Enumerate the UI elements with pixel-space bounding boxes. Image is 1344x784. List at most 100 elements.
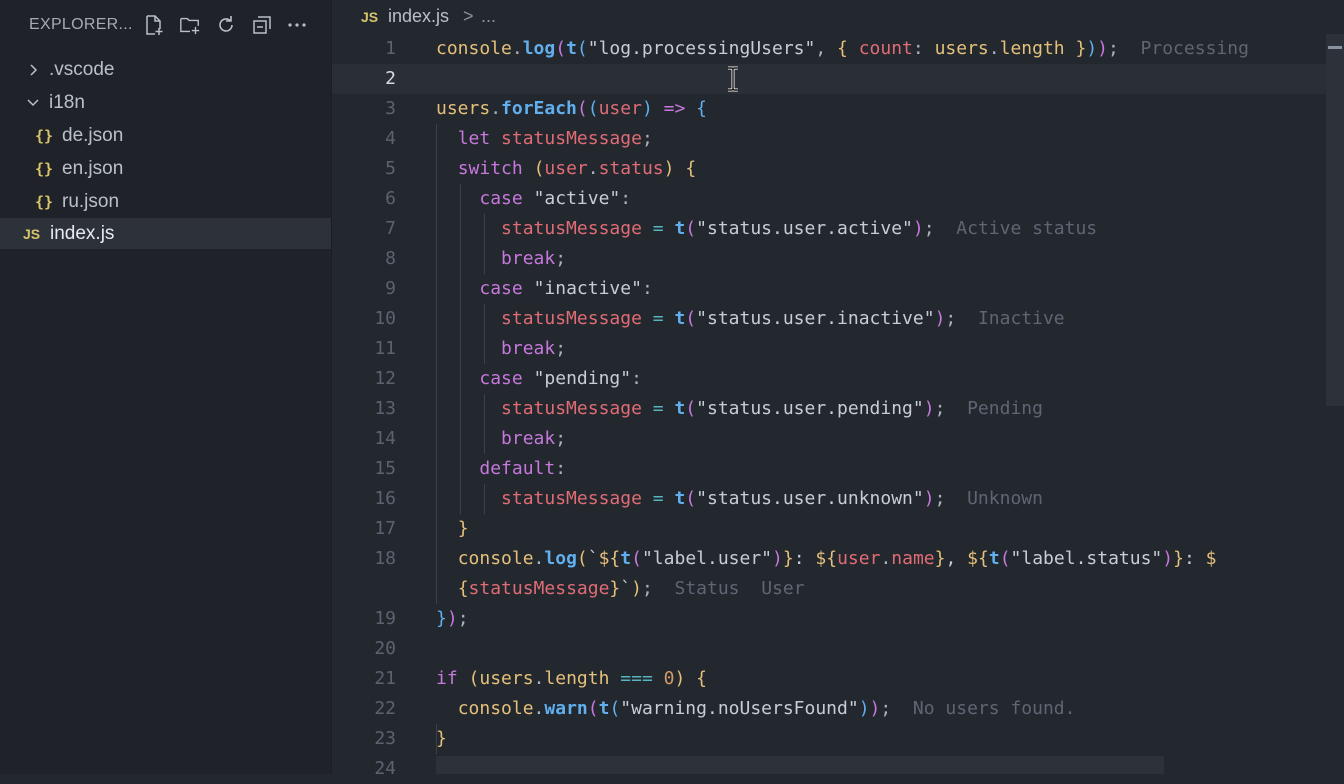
code-text: console.log(`${t("label.user")}: ${user.… — [457, 548, 1217, 569]
code-text: case "inactive": — [479, 278, 653, 299]
tree-item-index-js[interactable]: JS index.js — [0, 218, 331, 249]
code-line[interactable]: 17 } — [332, 514, 1344, 544]
tree-item-label: en.json — [62, 157, 124, 179]
code-line-current[interactable]: 2 — [332, 64, 1344, 94]
code-line[interactable]: 20 — [332, 634, 1344, 664]
line-number: 20 — [374, 638, 396, 659]
horizontal-scrollbar[interactable] — [436, 756, 1164, 774]
code-line[interactable]: 16 statusMessage = t("status.user.unknow… — [332, 484, 1344, 514]
line-number: 14 — [374, 428, 396, 449]
code-line[interactable]: 9 case "inactive": — [332, 274, 1344, 304]
more-actions-icon[interactable] — [286, 14, 308, 36]
code-line[interactable]: 18 console.log(`${t("label.user")}: ${us… — [332, 544, 1344, 574]
code-line[interactable]: 13 statusMessage = t("status.user.pendin… — [332, 394, 1344, 424]
code-line[interactable]: 12 case "pending": — [332, 364, 1344, 394]
code-line[interactable]: 6 case "active": — [332, 184, 1344, 214]
line-number: 23 — [374, 728, 396, 749]
code-line[interactable]: 22 console.warn(t("warning.noUsersFound"… — [332, 694, 1344, 724]
code-line-wrapped[interactable]: {statusMessage}`); Status User — [332, 574, 1344, 604]
breadcrumb-more[interactable]: ... — [481, 6, 496, 27]
code-text: break; — [501, 248, 567, 269]
code-line[interactable]: 5 switch (user.status) { — [332, 154, 1344, 184]
tree-item-vscode-folder[interactable]: .vscode — [0, 54, 331, 85]
code-line[interactable]: 15 default: — [332, 454, 1344, 484]
line-number: 3 — [385, 98, 396, 119]
code-text: users.forEach((user) => { — [436, 98, 707, 119]
line-number: 10 — [374, 308, 396, 329]
line-number: 1 — [385, 38, 396, 59]
tree-item-ru-json[interactable]: {} ru.json — [0, 186, 331, 217]
line-number: 15 — [374, 458, 396, 479]
code-line[interactable]: 8 break; — [332, 244, 1344, 274]
explorer-header: EXPLORER... — [0, 0, 331, 50]
line-number: 19 — [374, 608, 396, 629]
js-file-icon: JS — [361, 9, 379, 25]
breadcrumb-file[interactable]: index.js — [388, 6, 449, 27]
code-editor[interactable]: JS index.js > ... 1 console.log(t("log.p… — [332, 0, 1344, 779]
code-text: {statusMessage}`); Status User — [457, 578, 805, 599]
json-file-icon: {} — [35, 126, 54, 145]
code-line[interactable]: 7 statusMessage = t("status.user.active"… — [332, 214, 1344, 244]
code-text: console.warn(t("warning.noUsersFound"));… — [457, 698, 1076, 719]
code-line[interactable]: 3 users.forEach((user) => { — [332, 94, 1344, 124]
inline-hint: Pending — [967, 398, 1043, 419]
code-line[interactable]: 10 statusMessage = t("status.user.inacti… — [332, 304, 1344, 334]
collapse-all-icon[interactable] — [251, 14, 273, 36]
code-text: default: — [479, 458, 567, 479]
new-folder-icon[interactable] — [179, 14, 201, 36]
line-number: 21 — [374, 668, 396, 689]
code-line[interactable]: 4 let statusMessage; — [332, 124, 1344, 154]
line-number: 7 — [385, 218, 396, 239]
code-text: break; — [501, 428, 567, 449]
inline-hint: Processing — [1140, 38, 1249, 59]
code-text: console.log(t("log.processingUsers", { c… — [436, 38, 1249, 59]
code-text: statusMessage = t("status.user.pending")… — [501, 398, 1043, 419]
line-number: 22 — [374, 698, 396, 719]
code-text: case "active": — [479, 188, 632, 209]
code-text: if (users.length === 0) { — [436, 668, 708, 689]
line-number: 17 — [374, 518, 396, 539]
code-line[interactable]: 19 }); — [332, 604, 1344, 634]
tree-item-label: de.json — [62, 124, 124, 146]
line-number: 8 — [385, 248, 396, 269]
line-number: 2 — [385, 68, 396, 89]
code-line[interactable]: 14 break; — [332, 424, 1344, 454]
tree-item-label: ru.json — [62, 190, 120, 212]
refresh-icon[interactable] — [215, 14, 237, 36]
code-area[interactable]: 1 console.log(t("log.processingUsers", {… — [332, 34, 1344, 779]
explorer-title: EXPLORER... — [29, 16, 133, 33]
code-text: statusMessage = t("status.user.active");… — [501, 218, 1098, 239]
code-line[interactable]: 23 } — [332, 724, 1344, 754]
line-number: 24 — [374, 758, 396, 779]
line-number: 18 — [374, 548, 396, 569]
new-file-icon[interactable] — [143, 14, 165, 36]
tree-item-de-json[interactable]: {} de.json — [0, 120, 331, 151]
line-number: 9 — [385, 278, 396, 299]
scrollbar-position-marker — [1328, 46, 1342, 49]
chevron-down-icon — [27, 98, 39, 106]
code-text: } — [436, 728, 447, 749]
line-number: 12 — [374, 368, 396, 389]
text-cursor-icon — [728, 66, 738, 92]
json-file-icon: {} — [35, 192, 54, 211]
line-number: 4 — [385, 128, 396, 149]
vertical-scrollbar[interactable] — [1326, 34, 1344, 406]
tree-item-i18n-folder[interactable]: i18n — [0, 87, 331, 118]
inline-hint: Active status — [956, 218, 1098, 239]
json-file-icon: {} — [35, 159, 54, 178]
line-number: 13 — [374, 398, 396, 419]
code-line[interactable]: 21 if (users.length === 0) { — [332, 664, 1344, 694]
code-text: statusMessage = t("status.user.unknown")… — [501, 488, 1043, 509]
tree-item-label: .vscode — [49, 58, 115, 80]
js-file-icon: JS — [23, 225, 41, 242]
code-line[interactable]: 1 console.log(t("log.processingUsers", {… — [332, 34, 1344, 64]
tree-item-en-json[interactable]: {} en.json — [0, 153, 331, 184]
code-text: } — [457, 518, 469, 539]
code-line[interactable]: 11 break; — [332, 334, 1344, 364]
breadcrumb: JS index.js > ... — [332, 0, 1344, 34]
code-text: switch (user.status) { — [457, 158, 697, 179]
breadcrumb-separator-icon: > — [463, 6, 474, 26]
inline-hint: Status — [674, 578, 740, 599]
code-text: statusMessage = t("status.user.inactive"… — [501, 308, 1065, 329]
code-text: case "pending": — [479, 368, 642, 389]
